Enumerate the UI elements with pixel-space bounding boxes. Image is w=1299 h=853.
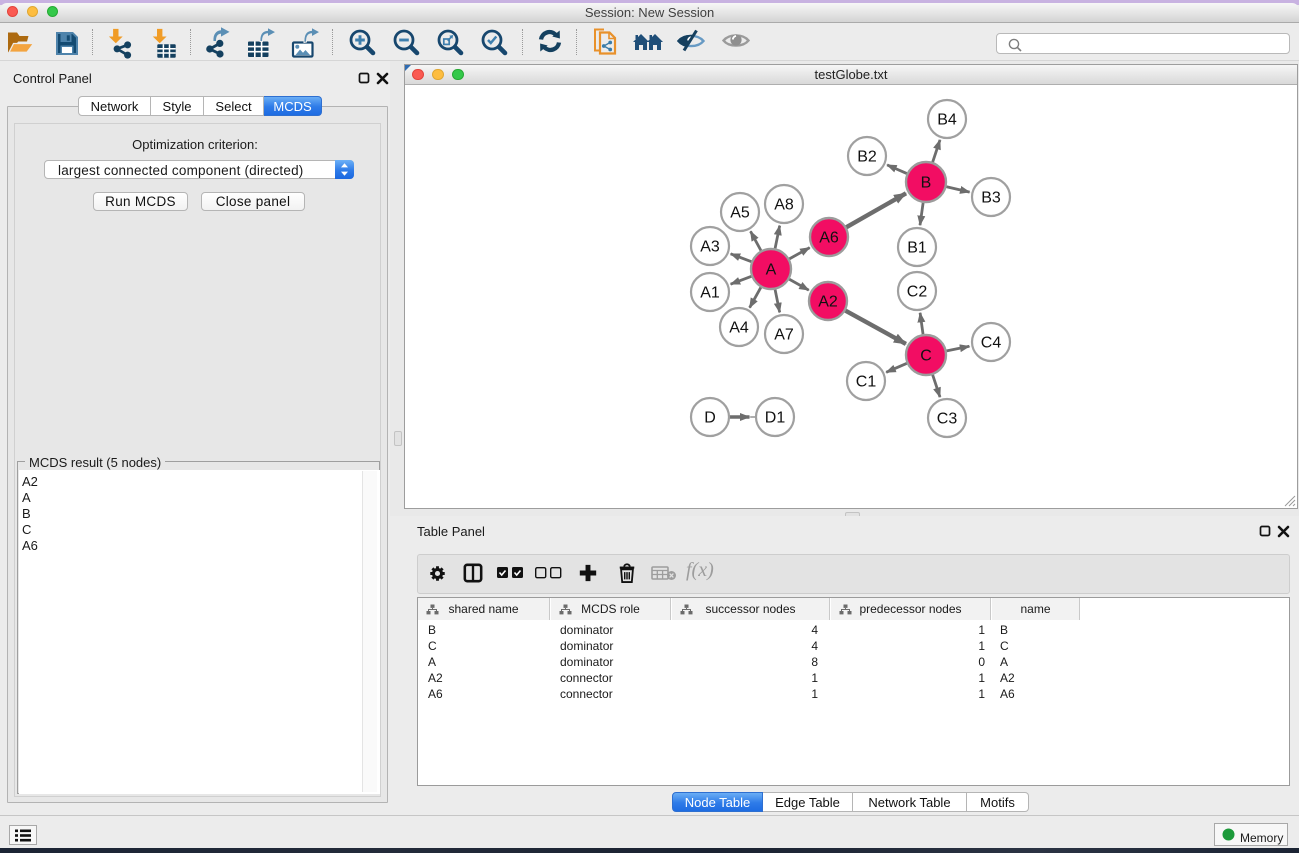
svg-text:C3: C3 bbox=[937, 411, 958, 428]
svg-text:D1: D1 bbox=[765, 410, 786, 427]
svg-text:A8: A8 bbox=[774, 197, 794, 214]
svg-text:B3: B3 bbox=[981, 190, 1001, 207]
svg-text:A3: A3 bbox=[700, 239, 720, 256]
svg-text:C2: C2 bbox=[907, 284, 928, 301]
svg-text:A7: A7 bbox=[774, 327, 794, 344]
svg-text:A1: A1 bbox=[700, 285, 720, 302]
svg-text:D: D bbox=[704, 410, 716, 427]
svg-text:B4: B4 bbox=[937, 112, 957, 129]
svg-text:C: C bbox=[920, 348, 932, 365]
svg-text:A2: A2 bbox=[818, 294, 838, 311]
svg-text:B: B bbox=[921, 175, 932, 192]
svg-text:B2: B2 bbox=[857, 149, 877, 166]
svg-text:C4: C4 bbox=[981, 335, 1002, 352]
svg-text:C1: C1 bbox=[856, 374, 877, 391]
svg-text:B1: B1 bbox=[907, 240, 927, 257]
svg-text:A4: A4 bbox=[729, 320, 749, 337]
svg-text:A: A bbox=[766, 262, 777, 279]
svg-text:A6: A6 bbox=[819, 230, 839, 247]
svg-text:A5: A5 bbox=[730, 205, 750, 222]
